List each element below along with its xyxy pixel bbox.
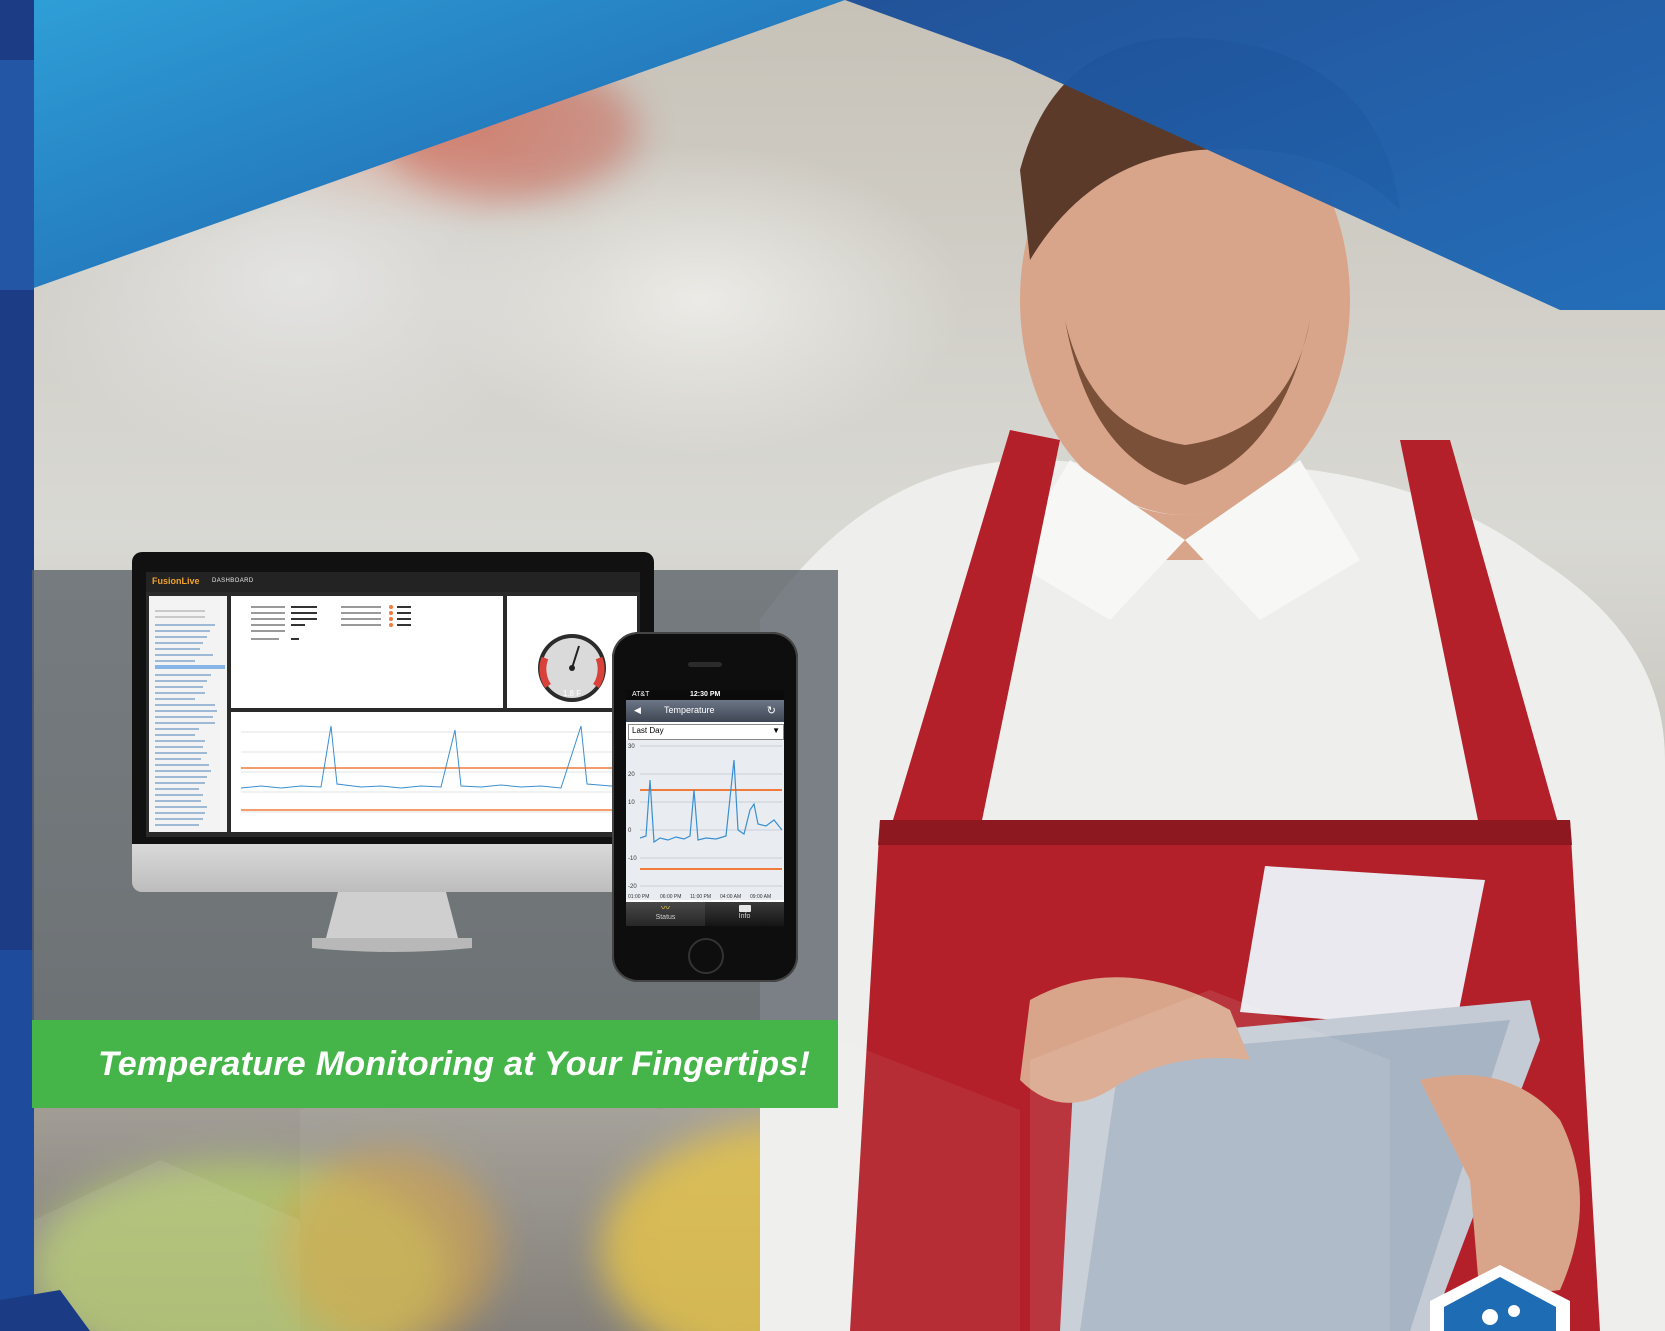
phone-chart: 30 20 10 0 -10 -20 01:00 PM 06:00 PM 11:… (626, 740, 784, 900)
chart-icon: 〰 (660, 903, 670, 913)
ad-scene: FusionLive DASHBOARD 1.8 F AT&T 12:30 PM… (0, 0, 1665, 1331)
x-tick: 09:00 AM (750, 894, 771, 900)
tree-row (155, 794, 203, 796)
card-icon (738, 905, 751, 912)
tree-row (155, 686, 203, 688)
y-tick: -10 (628, 856, 637, 862)
phone-nav-bar: ◀ Temperature ↻ (626, 700, 784, 722)
tab-status-label: Status (655, 914, 676, 921)
tree-row (155, 642, 203, 644)
y-tick: -20 (628, 884, 637, 890)
dashboard-navigator (149, 596, 227, 832)
y-tick: 30 (628, 744, 635, 750)
y-tick: 20 (628, 772, 635, 778)
history-chart-panel (231, 712, 637, 832)
tree-row (155, 630, 210, 632)
sensor-details-rows (251, 605, 411, 640)
tree-row (155, 674, 211, 676)
sensor-details-panel (231, 596, 503, 708)
temperature-trace (240, 725, 632, 789)
back-arrow-icon[interactable]: ◀ (634, 705, 641, 716)
tree-row (155, 722, 215, 724)
x-tick: 06:00 PM (660, 894, 681, 900)
tree-row (155, 680, 207, 682)
tree-row (155, 806, 207, 808)
tree-row (155, 812, 205, 814)
tree-row (155, 728, 199, 730)
chevron-down-icon: ▼ (772, 726, 780, 735)
tree-row (155, 610, 205, 612)
tree-row (155, 740, 205, 742)
clock-label: 12:30 PM (690, 691, 721, 698)
tagline-text: Temperature Monitoring at Your Fingertip… (98, 1044, 811, 1083)
tree-row (155, 710, 217, 712)
dashboard-header: FusionLive DASHBOARD (146, 572, 640, 592)
phone-chart-svg: 30 20 10 0 -10 -20 01:00 PM 06:00 PM 11:… (628, 744, 783, 900)
tree-row (155, 704, 215, 706)
tree-row (155, 758, 201, 760)
monitor-bezel: FusionLive DASHBOARD 1.8 F (132, 552, 654, 844)
phone-speaker (688, 662, 722, 667)
history-chart (240, 725, 632, 813)
phone-status-bar: AT&T 12:30 PM (626, 690, 784, 700)
tree-row (155, 818, 203, 820)
range-select[interactable]: Last Day ▼ (628, 724, 784, 740)
smartphone: AT&T 12:30 PM ◀ Temperature ↻ Last Day ▼… (612, 632, 798, 982)
tree-row (155, 764, 209, 766)
desktop-monitor: FusionLive DASHBOARD 1.8 F (132, 552, 654, 892)
carrier-label: AT&T (632, 691, 650, 698)
monitor-chin (132, 844, 654, 892)
tree-row (155, 824, 199, 826)
tree-row (155, 788, 199, 790)
tree-row (155, 648, 200, 650)
x-tick: 11:00 PM (690, 894, 711, 900)
range-selected-value: Last Day (632, 726, 664, 735)
phone-screen: AT&T 12:30 PM ◀ Temperature ↻ Last Day ▼… (626, 690, 784, 926)
y-tick: 10 (628, 800, 635, 806)
tab-info-label: Info (738, 913, 751, 920)
tree-row (155, 616, 205, 618)
tree-row (155, 770, 211, 772)
y-tick: 0 (628, 828, 632, 834)
dashboard-title: DASHBOARD (212, 578, 254, 584)
tree-row (155, 752, 207, 754)
tree-row (155, 698, 195, 700)
tree-row (155, 636, 207, 638)
tree-row (155, 776, 207, 778)
tagline-banner: Temperature Monitoring at Your Fingertip… (32, 1020, 838, 1108)
hexagon-logo-icon (1430, 1265, 1570, 1331)
phone-tab-bar: 〰 Status Info (626, 902, 784, 926)
tree-row (155, 624, 215, 626)
tree-row (155, 734, 195, 736)
monitor-stand (312, 892, 472, 952)
gauge-reading: 1.8 F (563, 689, 581, 698)
home-button (688, 938, 724, 974)
tree-row (155, 716, 213, 718)
dashboard-screen: FusionLive DASHBOARD 1.8 F (146, 572, 640, 837)
tree-row (155, 660, 195, 662)
tree-row (155, 800, 201, 802)
x-tick: 01:00 PM (628, 894, 649, 900)
dashboard-logo: FusionLive (152, 576, 200, 586)
tree-row (155, 692, 205, 694)
tree-row-selected (155, 665, 225, 669)
nav-title: Temperature (664, 705, 715, 715)
tree-row (155, 782, 205, 784)
refresh-icon[interactable]: ↻ (767, 704, 776, 717)
tree-row (155, 746, 203, 748)
tab-status[interactable]: 〰 Status (626, 902, 705, 926)
tab-info[interactable]: Info (705, 902, 784, 926)
x-tick: 04:00 AM (720, 894, 741, 900)
tree-row (155, 654, 213, 656)
